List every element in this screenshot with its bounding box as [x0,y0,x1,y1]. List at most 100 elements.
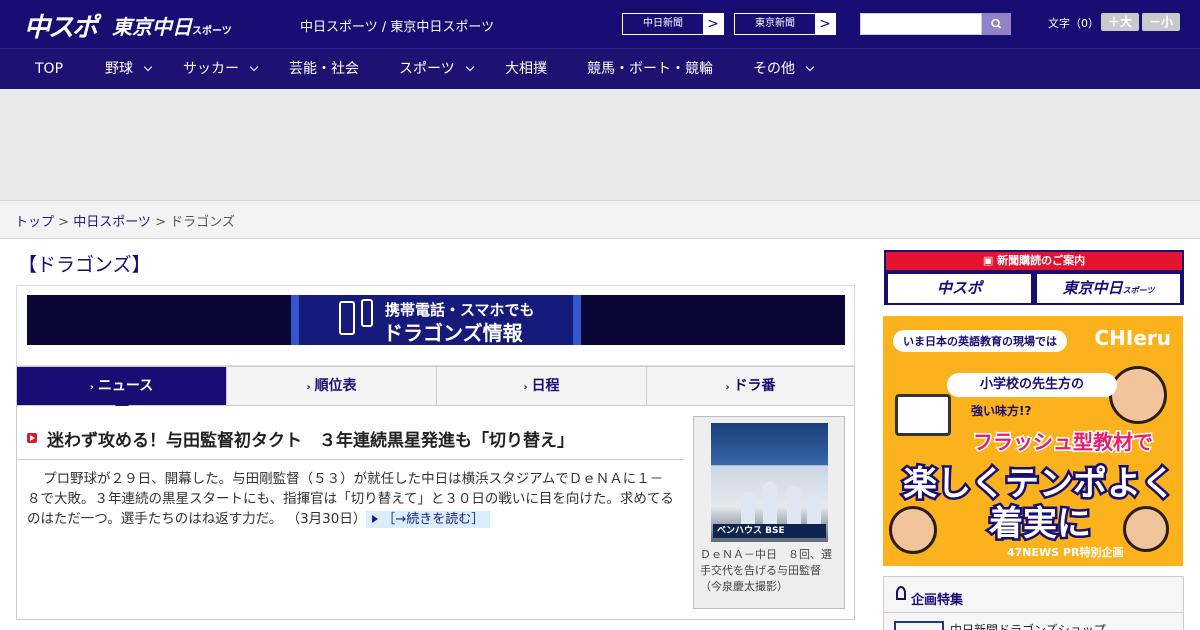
search-input[interactable] [860,13,982,35]
ad-tag: いま日本の英語教育の現場では [893,330,1067,352]
search-icon [991,18,1002,29]
chevron-right-icon: › [89,382,94,393]
page-title: 【ドラゴンズ】 [18,254,151,276]
subscription-header: ▣ 新聞購読のご案内 [886,252,1182,270]
main-nav: TOP 野球 サッカー 芸能・社会 スポーツ 大相撲 競馬・ボート・競輪 その他 [0,48,1200,89]
tab-label: 日程 [531,378,560,394]
subscription-box: ▣ 新聞購読のご案内 中スポ 東京中日スポーツ [884,250,1184,305]
chevron-down-icon [805,62,815,72]
mobile-info-banner[interactable]: 携帯電話・スマホでも ドラゴンズ情報 [27,295,845,345]
ad-line1: 小学校の先生方の [947,373,1117,397]
feature-thumbnail[interactable] [894,621,944,630]
nav-item-other[interactable]: その他 [753,49,815,89]
tab-label: ドラ番 [733,378,776,394]
feature-header: 企画特集 [884,577,1183,613]
advertisement[interactable]: いま日本の英語教育の現場では CHIeru 小学校の先生方の 強い味方!? フラ… [883,316,1183,566]
chevron-down-icon [249,62,259,72]
nav-item-entertainment[interactable]: 芸能・社会 [289,49,359,89]
nav-item-label: その他 [753,61,795,77]
tokyo-chunichi-logo[interactable]: 東京中日スポーツ [112,11,232,40]
tokyo-chunichi-logo-sub: スポーツ [192,26,232,37]
nav-item-racing[interactable]: 競馬・ボート・競輪 [587,49,713,89]
nav-item-label: 大相撲 [505,61,547,77]
ad-footer: 47NEWS PR特別企画 [1007,546,1124,559]
ad-line3: フラッシュ型教材で [972,429,1155,456]
subscribe-chunichi-button[interactable]: 中スポ [888,274,1031,303]
ad-placeholder [0,89,1200,200]
newspaper-icon: ▣ [982,254,998,267]
ad-line5: 着実に [987,502,1094,547]
tab-dorabann[interactable]: › ドラ番 [647,367,854,405]
section-tabs: › ニュース › 順位表 › 日程 › ドラ番 [16,366,855,412]
banner-line2: ドラゴンズ情報 [383,321,523,345]
tokyo-shimbun-button[interactable]: 東京新聞 > [734,13,836,35]
nav-item-sumo[interactable]: 大相撲 [505,49,547,89]
banner-inner: 携帯電話・スマホでも ドラゴンズ情報 [291,295,581,345]
breadcrumb: トップ > 中日スポーツ > ドラゴンズ [0,200,1200,239]
site-links[interactable]: 中日スポーツ / 東京中日スポーツ [300,16,494,35]
chunichi-shimbun-label: 中日新聞 [643,18,683,29]
font-smaller-button[interactable]: －小 [1142,13,1180,31]
chunichi-shimbun-button[interactable]: 中日新聞 > [622,13,724,35]
feature-section: 企画特集 中日新聞ドラゴンズショップ [883,576,1184,630]
tab-schedule[interactable]: › 日程 [437,367,647,405]
nav-item-label: スポーツ [399,61,455,77]
mobile-banner-box: 携帯電話・スマホでも ドラゴンズ情報 [16,285,855,366]
tab-label: 順位表 [314,378,357,394]
subscribe-tokyo-label: 東京中日 [1062,279,1123,297]
breadcrumb-current: ドラゴンズ [170,215,235,230]
nav-item-baseball[interactable]: 野球 [105,49,153,89]
font-size-label: 文字（0） [1048,17,1099,30]
child-photo [1109,366,1167,424]
nav-item-sports[interactable]: スポーツ [399,49,474,89]
article-date: （3月30日） [286,511,367,527]
child-photo [889,506,937,554]
font-larger-button[interactable]: ＋大 [1101,13,1139,31]
nav-item-label: 競馬・ボート・競輪 [587,61,713,77]
divider [17,459,684,460]
flip-phone-icon [361,299,373,327]
search-button[interactable] [982,13,1011,35]
tab-news[interactable]: › ニュース [17,367,227,412]
photo-caption: ＤｅＮＡ－中日 ８回、選手交代を告げる与田監督（今泉慶太撮影） [700,548,832,593]
photo-sign: ベンハウス BSE [713,524,826,538]
tokyo-shimbun-label: 東京新聞 [755,18,795,29]
ad-line2: 強い味方!? [971,404,1032,418]
ad-brand-logo: CHIeru [1094,326,1171,350]
tokyo-chunichi-logo-text: 東京中日 [112,15,192,39]
feature-title: 企画特集 [911,593,964,608]
nav-item-label: 芸能・社会 [289,61,359,77]
chunichi-sports-logo[interactable]: 中スポ [24,7,98,44]
tab-standings[interactable]: › 順位表 [227,367,437,405]
breadcrumb-chunichi-link[interactable]: 中日スポーツ [73,215,151,230]
ribbon-icon [896,586,906,600]
nav-item-label: TOP [35,61,64,77]
breadcrumb-separator: > [150,215,171,230]
nav-item-top[interactable]: TOP [35,49,63,89]
child-photo [1123,506,1169,552]
chevron-down-icon [465,62,474,72]
article-body: プロ野球が２９日、開幕した。与田剛監督（５３）が就任した中日は横浜スタジアムでＤ… [27,469,675,530]
nav-item-soccer[interactable]: サッカー [183,49,259,89]
play-icon [27,433,37,443]
subscribe-tokyo-button[interactable]: 東京中日スポーツ [1037,274,1180,303]
article-photo[interactable]: ベンハウス BSE [711,423,828,542]
chevron-right-icon: › [725,382,730,393]
feature-item-link[interactable]: 中日新聞ドラゴンズショップ [950,621,1106,630]
chevron-right-icon: › [523,382,528,393]
breadcrumb-top-link[interactable]: トップ [15,215,54,230]
chevron-right-icon: › [306,382,311,393]
tablet-icon [895,394,951,436]
nav-item-label: サッカー [183,61,239,77]
subscribe-tokyo-sub: スポーツ [1122,286,1155,295]
subscription-header-text: 新聞購読のご案内 [997,254,1086,267]
read-more-link[interactable]: ［→続きを読む］ [366,511,491,528]
breadcrumb-separator: > [54,215,74,230]
news-article: 迷わず攻める！与田監督初タクト ３年連続黒星発進も「切り替え」 プロ野球が２９日… [16,406,855,620]
site-header: 中スポ 東京中日スポーツ 中日スポーツ / 東京中日スポーツ 中日新聞 > 東京… [0,0,1200,48]
chevron-down-icon [143,62,153,72]
nav-item-label: 野球 [105,61,133,77]
article-title[interactable]: 迷わず攻める！与田監督初タクト ３年連続黒星発進も「切り替え」 [47,426,574,451]
chevron-right-icon: > [815,14,835,34]
phone-icon [339,301,355,335]
